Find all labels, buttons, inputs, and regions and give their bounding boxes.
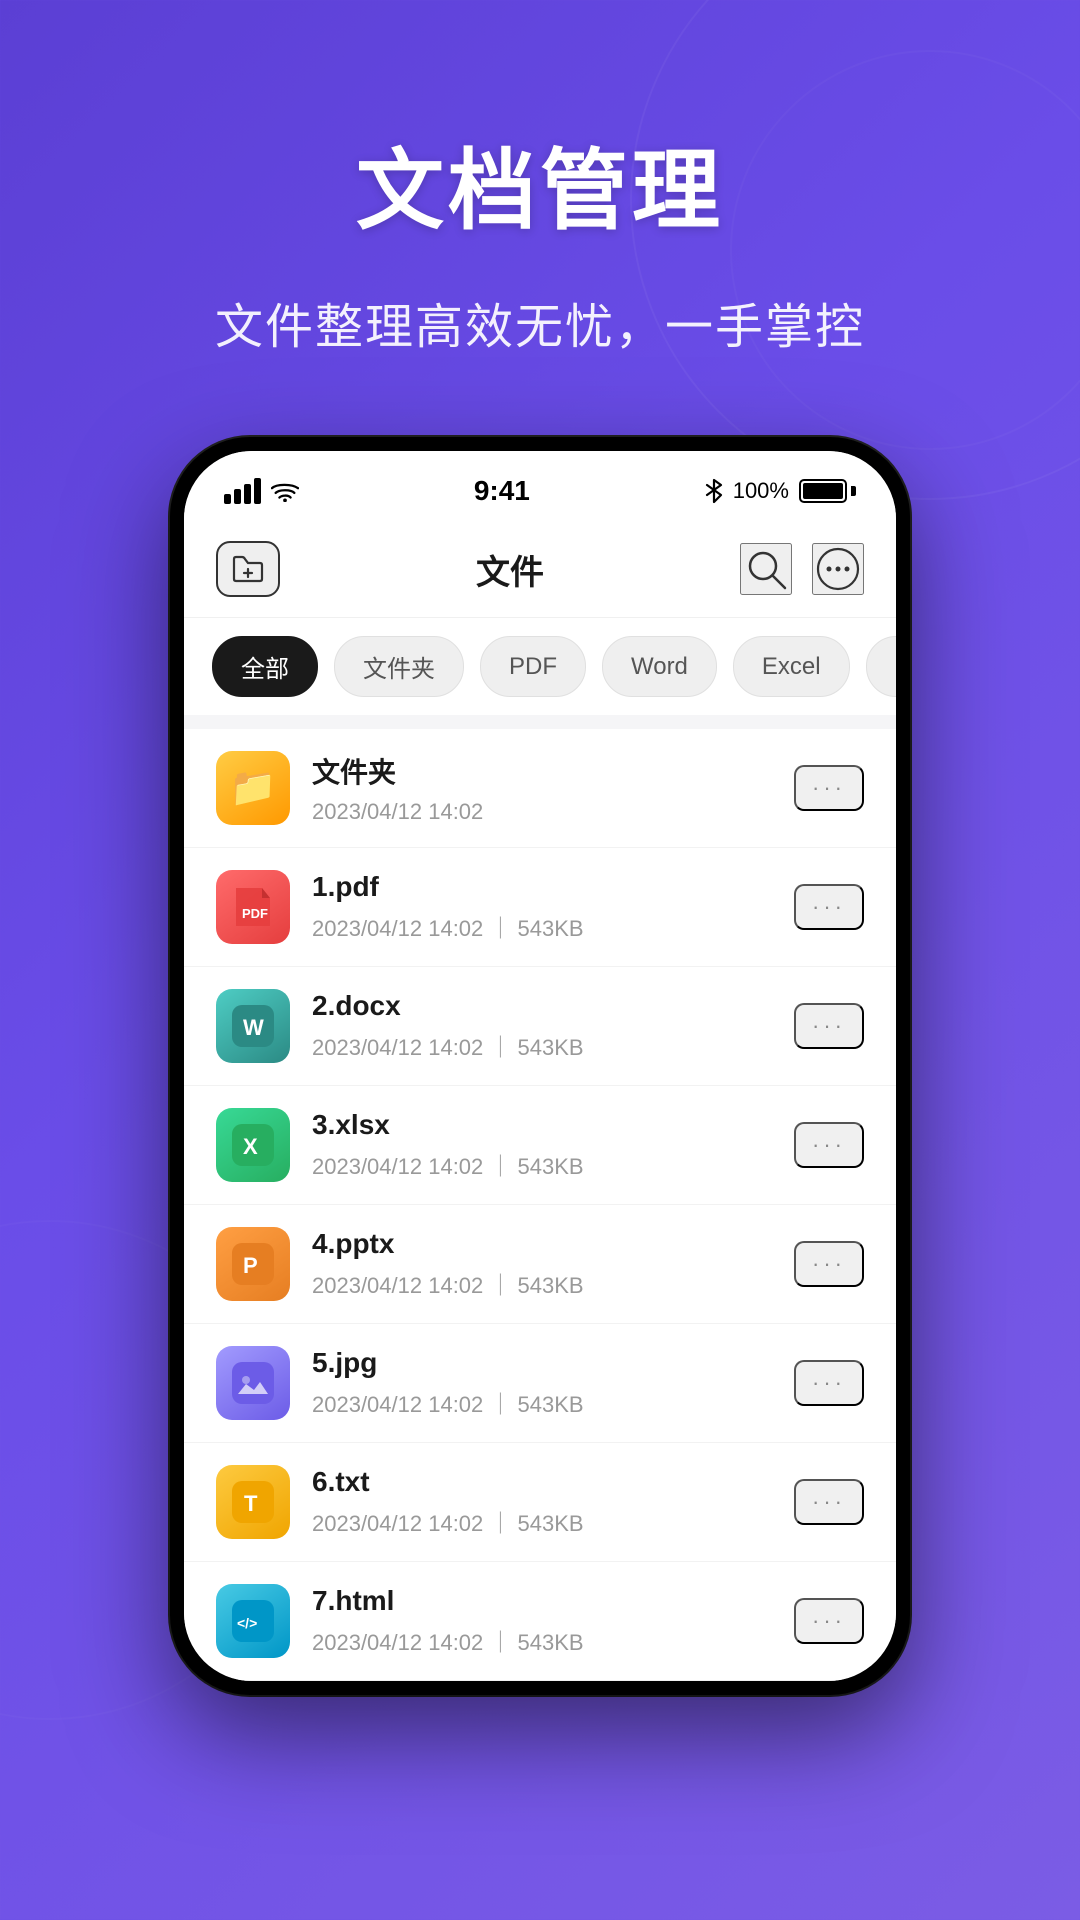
phone-frame: 9:41 100% <box>170 437 910 1695</box>
list-item[interactable]: T 6.txt 2023/04/12 14:02 ｜ 543KB ··· <box>184 1443 896 1562</box>
file-meta: 2023/04/12 14:02 ｜ 543KB <box>312 911 772 943</box>
filter-tabs: 全部 文件夹 PDF Word Excel PPT <box>184 618 896 715</box>
file-info: 6.txt 2023/04/12 14:02 ｜ 543KB <box>312 1466 772 1538</box>
file-more-button[interactable]: ··· <box>794 1360 864 1406</box>
app-header: 文件 <box>184 521 896 618</box>
list-item[interactable]: P 4.pptx 2023/04/12 14:02 ｜ 543KB ··· <box>184 1205 896 1324</box>
more-options-button[interactable] <box>812 543 864 595</box>
phone-mockup: 9:41 100% <box>170 437 910 1695</box>
svg-text:PDF: PDF <box>242 906 268 921</box>
folder-add-icon <box>232 555 264 583</box>
file-list: 📁 文件夹 2023/04/12 14:02 ··· PDF <box>184 729 896 1681</box>
file-meta: 2023/04/12 14:02 ｜ 543KB <box>312 1030 772 1062</box>
file-more-button[interactable]: ··· <box>794 765 864 811</box>
file-info: 7.html 2023/04/12 14:02 ｜ 543KB <box>312 1585 772 1657</box>
file-meta: 2023/04/12 14:02 <box>312 799 772 825</box>
file-icon-txt: T <box>216 1465 290 1539</box>
list-item[interactable]: PDF 1.pdf 2023/04/12 14:02 ｜ 543KB ··· <box>184 848 896 967</box>
file-name: 6.txt <box>312 1466 772 1498</box>
bluetooth-icon <box>705 478 723 504</box>
file-icon-pptx: P <box>216 1227 290 1301</box>
file-name: 1.pdf <box>312 871 772 903</box>
file-meta: 2023/04/12 14:02 ｜ 543KB <box>312 1268 772 1300</box>
file-icon-xlsx: X <box>216 1108 290 1182</box>
file-name: 4.pptx <box>312 1228 772 1260</box>
file-info: 4.pptx 2023/04/12 14:02 ｜ 543KB <box>312 1228 772 1300</box>
file-meta: 2023/04/12 14:02 ｜ 543KB <box>312 1387 772 1419</box>
status-bar: 9:41 100% <box>184 451 896 521</box>
add-folder-button[interactable] <box>216 541 280 597</box>
file-icon-html: </> <box>216 1584 290 1658</box>
wifi-icon <box>271 480 299 502</box>
file-meta: 2023/04/12 14:02 ｜ 543KB <box>312 1625 772 1657</box>
docx-icon-graphic: W <box>232 1005 274 1047</box>
file-icon-pdf: PDF <box>216 870 290 944</box>
file-name: 3.xlsx <box>312 1109 772 1141</box>
svg-text:</>: </> <box>237 1615 257 1631</box>
file-more-button[interactable]: ··· <box>794 1598 864 1644</box>
phone-screen: 9:41 100% <box>184 451 896 1681</box>
battery-icon <box>799 479 856 503</box>
status-left <box>224 478 299 504</box>
pptx-icon-graphic: P <box>232 1243 274 1285</box>
pdf-icon-graphic: PDF <box>232 886 274 928</box>
file-icon-docx: W <box>216 989 290 1063</box>
svg-text:X: X <box>243 1134 258 1159</box>
file-name: 文件夹 <box>312 751 772 791</box>
list-item[interactable]: X 3.xlsx 2023/04/12 14:02 ｜ 543KB ··· <box>184 1086 896 1205</box>
header-actions <box>740 543 864 595</box>
svg-text:P: P <box>243 1253 258 1278</box>
file-name: 7.html <box>312 1585 772 1617</box>
file-more-button[interactable]: ··· <box>794 884 864 930</box>
file-name: 2.docx <box>312 990 772 1022</box>
file-info: 3.xlsx 2023/04/12 14:02 ｜ 543KB <box>312 1109 772 1181</box>
file-info: 文件夹 2023/04/12 14:02 <box>312 751 772 825</box>
file-more-button[interactable]: ··· <box>794 1122 864 1168</box>
list-item[interactable]: W 2.docx 2023/04/12 14:02 ｜ 543KB ··· <box>184 967 896 1086</box>
search-button[interactable] <box>740 543 792 595</box>
status-right: 100% <box>705 478 856 504</box>
signal-icon <box>224 478 261 504</box>
txt-icon-graphic: T <box>232 1481 274 1523</box>
file-more-button[interactable]: ··· <box>794 1003 864 1049</box>
list-item[interactable]: 📁 文件夹 2023/04/12 14:02 ··· <box>184 729 896 848</box>
filter-tab-pdf[interactable]: PDF <box>480 636 586 697</box>
file-more-button[interactable]: ··· <box>794 1479 864 1525</box>
filter-tab-word[interactable]: Word <box>602 636 717 697</box>
file-info: 2.docx 2023/04/12 14:02 ｜ 543KB <box>312 990 772 1062</box>
file-info: 1.pdf 2023/04/12 14:02 ｜ 543KB <box>312 871 772 943</box>
file-name: 5.jpg <box>312 1347 772 1379</box>
html-icon-graphic: </> <box>232 1600 274 1642</box>
svg-text:W: W <box>243 1015 264 1040</box>
file-info: 5.jpg 2023/04/12 14:02 ｜ 543KB <box>312 1347 772 1419</box>
filter-tab-folder[interactable]: 文件夹 <box>334 636 464 697</box>
battery-percent: 100% <box>733 478 789 504</box>
svg-text:T: T <box>244 1491 258 1516</box>
file-icon-folder: 📁 <box>216 751 290 825</box>
file-meta: 2023/04/12 14:02 ｜ 543KB <box>312 1506 772 1538</box>
jpg-icon-graphic <box>232 1362 274 1404</box>
file-more-button[interactable]: ··· <box>794 1241 864 1287</box>
filter-tab-excel[interactable]: Excel <box>733 636 850 697</box>
xlsx-icon-graphic: X <box>232 1124 274 1166</box>
status-time: 9:41 <box>474 475 530 507</box>
file-meta: 2023/04/12 14:02 ｜ 543KB <box>312 1149 772 1181</box>
app-header-title: 文件 <box>476 545 544 594</box>
filter-tab-ppt[interactable]: PPT <box>866 636 896 697</box>
file-icon-jpg <box>216 1346 290 1420</box>
filter-tab-all[interactable]: 全部 <box>212 636 318 697</box>
list-item[interactable]: </> 7.html 2023/04/12 14:02 ｜ 543KB ··· <box>184 1562 896 1681</box>
more-icon <box>815 546 861 592</box>
search-icon <box>743 546 789 592</box>
list-item[interactable]: 5.jpg 2023/04/12 14:02 ｜ 543KB ··· <box>184 1324 896 1443</box>
